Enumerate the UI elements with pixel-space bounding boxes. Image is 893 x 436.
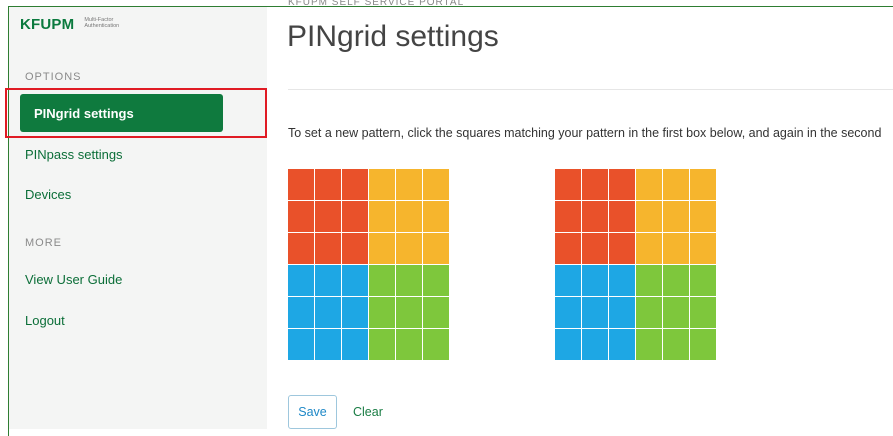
grid-cell[interactable] bbox=[396, 233, 422, 264]
sidebar-item-devices[interactable]: Devices bbox=[25, 187, 71, 202]
grid-cell[interactable] bbox=[582, 233, 608, 264]
grid-cell[interactable] bbox=[315, 201, 341, 232]
grid-cell[interactable] bbox=[609, 201, 635, 232]
grid-cell[interactable] bbox=[609, 329, 635, 360]
grid-cell[interactable] bbox=[396, 169, 422, 200]
divider bbox=[288, 89, 893, 90]
grid-cell[interactable] bbox=[636, 265, 662, 296]
grid-cell[interactable] bbox=[609, 233, 635, 264]
grid-cell[interactable] bbox=[315, 329, 341, 360]
grid-cell[interactable] bbox=[690, 201, 716, 232]
grid-cell[interactable] bbox=[636, 329, 662, 360]
grid-cell[interactable] bbox=[315, 265, 341, 296]
breadcrumb: KFUPM SELF SERVICE PORTAL bbox=[288, 0, 465, 8]
grid-cell[interactable] bbox=[663, 169, 689, 200]
grid-cell[interactable] bbox=[423, 297, 449, 328]
grid-cell[interactable] bbox=[555, 297, 581, 328]
grid-cell[interactable] bbox=[423, 169, 449, 200]
grid-cell[interactable] bbox=[369, 329, 395, 360]
grid-cell[interactable] bbox=[636, 233, 662, 264]
grid-cell[interactable] bbox=[342, 233, 368, 264]
sidebar-item-pinpass-settings[interactable]: PINpass settings bbox=[25, 147, 123, 162]
grid-cell[interactable] bbox=[690, 329, 716, 360]
sidebar-item-logout[interactable]: Logout bbox=[25, 313, 65, 328]
grid-cell[interactable] bbox=[555, 201, 581, 232]
grid-cell[interactable] bbox=[582, 297, 608, 328]
grid-cell[interactable] bbox=[288, 169, 314, 200]
pattern-grid-second bbox=[555, 169, 716, 360]
options-section-label: OPTIONS bbox=[25, 71, 82, 83]
grid-cell[interactable] bbox=[396, 297, 422, 328]
grid-cell[interactable] bbox=[342, 201, 368, 232]
grid-cell[interactable] bbox=[423, 265, 449, 296]
grid-cell[interactable] bbox=[369, 265, 395, 296]
grid-cell[interactable] bbox=[555, 169, 581, 200]
grid-cell[interactable] bbox=[582, 329, 608, 360]
grid-cell[interactable] bbox=[609, 297, 635, 328]
kfupm-logo: KFUPM bbox=[20, 16, 75, 33]
grid-cell[interactable] bbox=[555, 329, 581, 360]
grid-cell[interactable] bbox=[609, 265, 635, 296]
grid-cell[interactable] bbox=[342, 329, 368, 360]
grid-cell[interactable] bbox=[636, 201, 662, 232]
grid-cell[interactable] bbox=[396, 201, 422, 232]
grid-cell[interactable] bbox=[423, 329, 449, 360]
grid-cell[interactable] bbox=[690, 297, 716, 328]
more-section-label: MORE bbox=[25, 237, 62, 249]
grid-cell[interactable] bbox=[582, 201, 608, 232]
sidebar-item-view-user-guide[interactable]: View User Guide bbox=[25, 272, 122, 287]
grid-cell[interactable] bbox=[690, 169, 716, 200]
grid-cell[interactable] bbox=[396, 265, 422, 296]
grid-cell[interactable] bbox=[315, 233, 341, 264]
grid-cell[interactable] bbox=[555, 233, 581, 264]
grid-cell[interactable] bbox=[582, 169, 608, 200]
grid-cell[interactable] bbox=[369, 297, 395, 328]
grid-cell[interactable] bbox=[342, 265, 368, 296]
grid-cell[interactable] bbox=[690, 233, 716, 264]
grid-cell[interactable] bbox=[288, 329, 314, 360]
highlight-box bbox=[5, 88, 267, 138]
grid-cell[interactable] bbox=[423, 201, 449, 232]
grid-cell[interactable] bbox=[663, 297, 689, 328]
grid-cell[interactable] bbox=[369, 169, 395, 200]
grid-cell[interactable] bbox=[423, 233, 449, 264]
grid-cell[interactable] bbox=[663, 201, 689, 232]
grid-cell[interactable] bbox=[288, 233, 314, 264]
instruction-text: To set a new pattern, click the squares … bbox=[288, 126, 882, 140]
grid-cell[interactable] bbox=[288, 265, 314, 296]
grid-cell[interactable] bbox=[369, 233, 395, 264]
grid-cell[interactable] bbox=[315, 297, 341, 328]
brand: KFUPM Multi-Factor Authentication bbox=[20, 16, 144, 33]
grid-cell[interactable] bbox=[288, 297, 314, 328]
grid-cell[interactable] bbox=[609, 169, 635, 200]
grid-cell[interactable] bbox=[636, 297, 662, 328]
grid-cell[interactable] bbox=[396, 329, 422, 360]
clear-button[interactable]: Clear bbox=[353, 405, 383, 419]
grid-cell[interactable] bbox=[690, 265, 716, 296]
grid-cell[interactable] bbox=[663, 329, 689, 360]
save-button[interactable]: Save bbox=[288, 395, 337, 429]
grid-cell[interactable] bbox=[636, 169, 662, 200]
pattern-grid-first bbox=[288, 169, 449, 360]
grid-cell[interactable] bbox=[342, 297, 368, 328]
grid-cell[interactable] bbox=[288, 201, 314, 232]
brand-subtitle: Multi-Factor Authentication bbox=[84, 17, 120, 29]
grid-cell[interactable] bbox=[315, 169, 341, 200]
grid-cell[interactable] bbox=[342, 169, 368, 200]
grid-cell[interactable] bbox=[555, 265, 581, 296]
grid-cell[interactable] bbox=[369, 201, 395, 232]
grid-cell[interactable] bbox=[663, 233, 689, 264]
grid-cell[interactable] bbox=[663, 265, 689, 296]
grid-cell[interactable] bbox=[582, 265, 608, 296]
page-title: PINgrid settings bbox=[287, 20, 499, 53]
